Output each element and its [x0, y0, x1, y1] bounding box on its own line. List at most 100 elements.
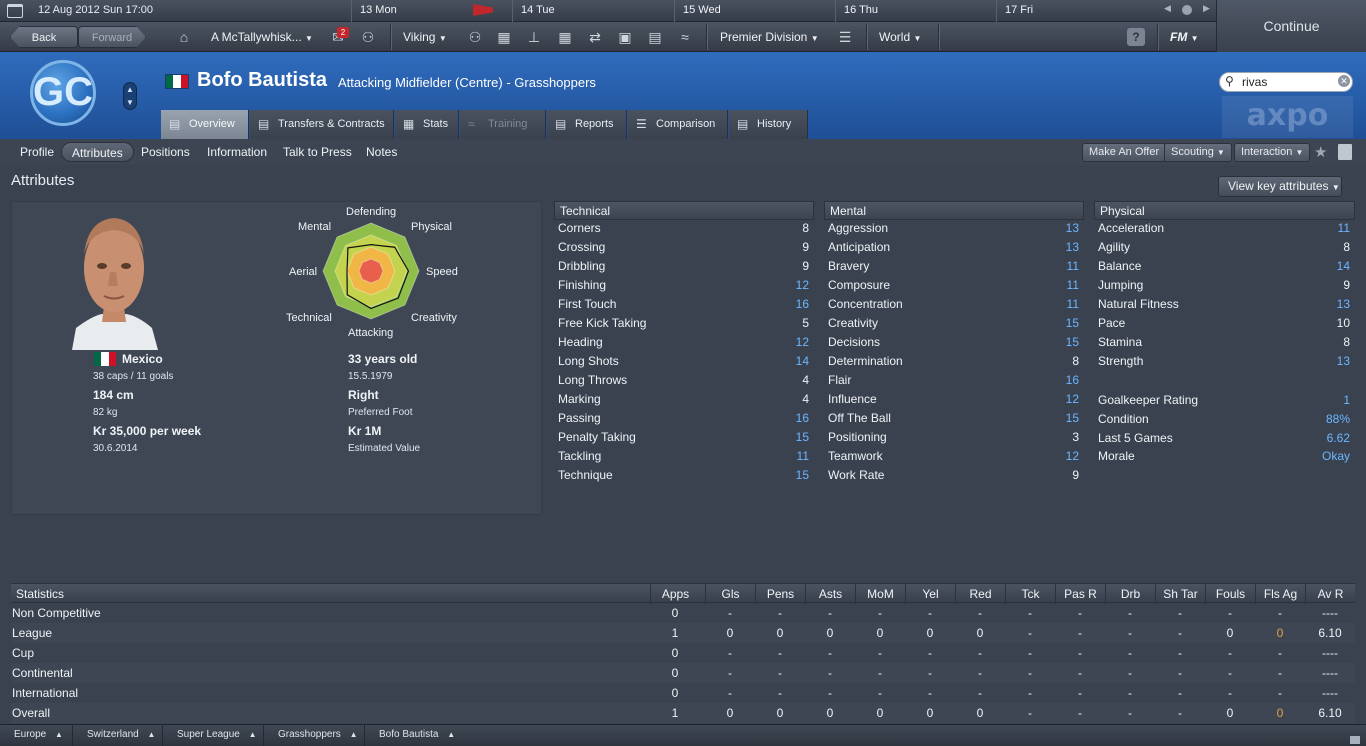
squad-icon[interactable]: ⚇	[465, 22, 485, 52]
attribute-row[interactable]: Pace 10	[1098, 314, 1350, 333]
view-key-attributes-button[interactable]: View key attributes ▼	[1218, 176, 1342, 197]
statistics-column-header[interactable]: Asts	[805, 584, 855, 604]
attribute-row[interactable]: Penalty Taking 15	[558, 428, 809, 447]
breadcrumb-item[interactable]: Bofo Bautista ▲	[364, 724, 455, 746]
club-logo[interactable]: GC	[30, 60, 96, 126]
subtab-attributes[interactable]: Attributes	[61, 142, 134, 162]
attribute-row[interactable]: Determination 8	[828, 352, 1079, 371]
star-icon[interactable]: ★	[1314, 143, 1327, 161]
attribute-row[interactable]: Natural Fitness 13	[1098, 295, 1350, 314]
world-menu[interactable]: World ▼	[879, 22, 921, 52]
tab-transfers-contracts[interactable]: ▤ Transfers & Contracts	[250, 110, 394, 139]
attribute-row[interactable]: Balance 14	[1098, 257, 1350, 276]
attribute-row[interactable]: Jumping 9	[1098, 276, 1350, 295]
attribute-row[interactable]: Influence 12	[828, 390, 1079, 409]
attribute-row[interactable]: Passing 16	[558, 409, 809, 428]
schedule-icon[interactable]: ▦	[555, 22, 575, 52]
people-icon[interactable]: ⚇	[358, 22, 378, 52]
graph-icon[interactable]: ≈	[675, 22, 695, 52]
back-button[interactable]: Back	[10, 26, 78, 48]
calendar-today-icon[interactable]	[1182, 5, 1192, 15]
attribute-row[interactable]: Long Shots 14	[558, 352, 809, 371]
attribute-row[interactable]: Dribbling 9	[558, 257, 809, 276]
attribute-row[interactable]: Aggression 13	[828, 219, 1079, 238]
attribute-row[interactable]: First Touch 16	[558, 295, 809, 314]
competition-menu[interactable]: Premier Division ▼	[720, 22, 819, 52]
resize-handle[interactable]	[1350, 736, 1360, 744]
attribute-row[interactable]: Long Throws 4	[558, 371, 809, 390]
statistics-column-header[interactable]: Av R	[1305, 584, 1355, 604]
subtab-notes[interactable]: Notes	[356, 142, 407, 162]
player-stepper[interactable]: ▲ ▼	[123, 82, 137, 110]
attribute-row[interactable]: Strength 13	[1098, 352, 1350, 371]
subtab-information[interactable]: Information	[197, 142, 277, 162]
down-arrow-icon[interactable]: ▼	[126, 98, 134, 107]
club-menu[interactable]: Viking ▼	[403, 22, 447, 52]
attribute-row[interactable]: Flair 16	[828, 371, 1079, 390]
scouting-nav-icon[interactable]: ▤	[645, 22, 665, 52]
clear-search-icon[interactable]: ✕	[1338, 75, 1350, 87]
statistics-column-header[interactable]: Fls Ag	[1255, 584, 1305, 604]
statistics-column-header[interactable]: Yel	[905, 584, 955, 604]
scouting-button[interactable]: Scouting ▼	[1164, 143, 1232, 162]
calendar-next-icon[interactable]: ▶	[1203, 3, 1210, 14]
breadcrumb-item[interactable]: Europe ▲	[0, 724, 63, 746]
statistics-column-header[interactable]: Pas R	[1055, 584, 1105, 604]
statistics-column-header[interactable]: Gls	[705, 584, 755, 604]
attribute-row[interactable]: Positioning 3	[828, 428, 1079, 447]
breadcrumb-item[interactable]: Super League ▲	[162, 724, 257, 746]
tab-overview[interactable]: ▤ Overview	[161, 110, 249, 139]
attribute-row[interactable]: Anticipation 13	[828, 238, 1079, 257]
calendar-day[interactable]: 15 Wed	[674, 0, 835, 22]
statistics-column-header[interactable]: Red	[955, 584, 1005, 604]
attribute-row[interactable]: Crossing 9	[558, 238, 809, 257]
attribute-row[interactable]: Decisions 15	[828, 333, 1079, 352]
training-nav-icon[interactable]: ⊥	[524, 22, 544, 52]
tab-reports[interactable]: ▤ Reports	[547, 110, 627, 139]
nationality[interactable]: Mexico	[122, 352, 163, 366]
interaction-button[interactable]: Interaction ▼	[1234, 143, 1311, 162]
statistics-column-header[interactable]: Apps	[650, 584, 700, 604]
home-icon[interactable]: ⌂	[174, 22, 194, 52]
statistics-column-header[interactable]: Sh Tar	[1155, 584, 1205, 604]
make-offer-button[interactable]: Make An Offer	[1082, 143, 1167, 162]
statistics-column-header[interactable]: Pens	[755, 584, 805, 604]
attribute-row[interactable]: Technique 15	[558, 466, 809, 485]
manager-menu[interactable]: A McTallywhisk... ▼	[211, 22, 313, 52]
attribute-row[interactable]: Stamina 8	[1098, 333, 1350, 352]
finances-icon[interactable]: ▣	[615, 22, 635, 52]
attribute-row[interactable]: Bravery 11	[828, 257, 1079, 276]
attribute-row[interactable]: Agility 8	[1098, 238, 1350, 257]
attribute-row[interactable]: Off The Ball 15	[828, 409, 1079, 428]
statistics-column-header[interactable]: MoM	[855, 584, 905, 604]
up-arrow-icon[interactable]: ▲	[126, 85, 134, 94]
tab-comparison[interactable]: ☰ Comparison	[628, 110, 728, 139]
calendar-day[interactable]: 17 Fri	[996, 0, 1156, 22]
attribute-row[interactable]: Composure 11	[828, 276, 1079, 295]
search-input[interactable]: rivas	[1219, 72, 1353, 92]
calendar-day[interactable]: 16 Thu	[835, 0, 996, 22]
attribute-row[interactable]: Acceleration 11	[1098, 219, 1350, 238]
statistics-column-header[interactable]: Fouls	[1205, 584, 1255, 604]
attribute-row[interactable]: Heading 12	[558, 333, 809, 352]
attribute-row[interactable]: Tackling 11	[558, 447, 809, 466]
attribute-row[interactable]: Free Kick Taking 5	[558, 314, 809, 333]
calendar-day[interactable]: 14 Tue	[512, 0, 674, 22]
notes-icon[interactable]	[1338, 144, 1352, 160]
attribute-row[interactable]: Teamwork 12	[828, 447, 1079, 466]
help-button[interactable]: ?	[1127, 28, 1145, 46]
subtab-positions[interactable]: Positions	[131, 142, 200, 162]
attribute-row[interactable]: Creativity 15	[828, 314, 1079, 333]
tab-history[interactable]: ▤ History	[729, 110, 808, 139]
attribute-row[interactable]: Concentration 11	[828, 295, 1079, 314]
attribute-row[interactable]: Marking 4	[558, 390, 809, 409]
attribute-row[interactable]: Finishing 12	[558, 276, 809, 295]
breadcrumb-item[interactable]: Grasshoppers ▲	[263, 724, 358, 746]
breadcrumb-item[interactable]: Switzerland ▲	[72, 724, 155, 746]
calendar-icon[interactable]	[7, 4, 23, 18]
calendar-prev-icon[interactable]: ◀	[1164, 3, 1171, 14]
forward-button[interactable]: Forward	[78, 26, 146, 48]
attribute-row[interactable]: Work Rate 9	[828, 466, 1079, 485]
subtab-talk-to-press[interactable]: Talk to Press	[273, 142, 362, 162]
statistics-column-header[interactable]: Tck	[1005, 584, 1055, 604]
